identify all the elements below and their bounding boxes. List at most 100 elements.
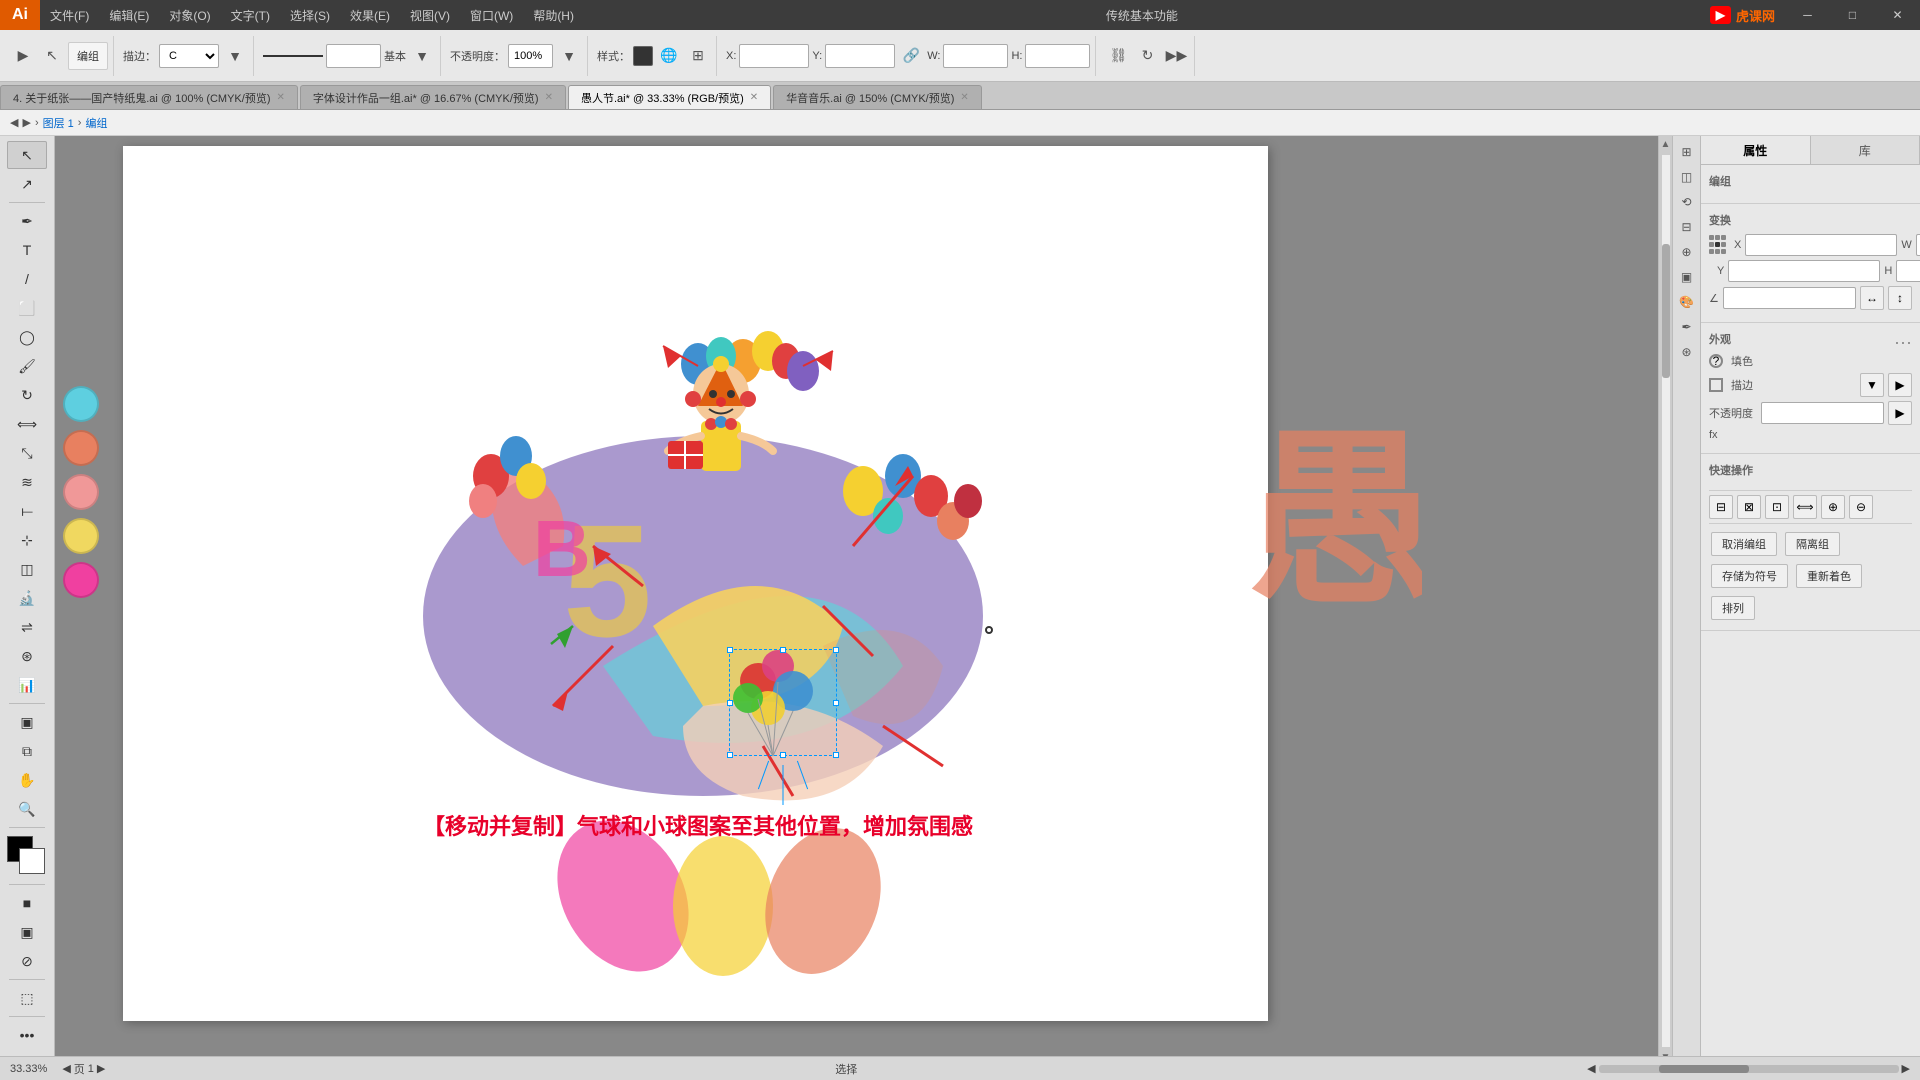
tool-chart[interactable]: 📊 — [7, 671, 47, 699]
menu-view[interactable]: 视图(V) — [400, 0, 460, 30]
menu-object[interactable]: 对象(O) — [159, 0, 220, 30]
properties-tab[interactable]: 属性 — [1701, 136, 1811, 164]
maximize-button[interactable]: □ — [1830, 0, 1875, 30]
tool-none[interactable]: ⊘ — [7, 947, 47, 975]
tool-scale[interactable]: ⤡ — [7, 439, 47, 467]
swatch-magenta[interactable] — [63, 562, 99, 598]
align-right-icon[interactable]: ⊡ — [1765, 495, 1789, 519]
tool-line[interactable]: / — [7, 265, 47, 293]
color-selector[interactable] — [7, 836, 47, 876]
tab-close-3[interactable]: ✕ — [960, 92, 968, 103]
swatch-pink[interactable] — [63, 474, 99, 510]
minimize-button[interactable]: ─ — [1785, 0, 1830, 30]
toolbar-select-icon[interactable]: ↖ — [39, 43, 65, 69]
menu-help[interactable]: 帮助(H) — [523, 0, 584, 30]
next-page-icon[interactable]: ▶ — [97, 1062, 105, 1075]
ri-color-icon[interactable]: 🎨 — [1676, 291, 1698, 313]
breadcrumb-group[interactable]: 编组 — [85, 115, 107, 131]
tool-select[interactable]: ↖ — [7, 141, 47, 169]
pathfinder-icon3[interactable]: ⊖ — [1849, 495, 1873, 519]
library-tab[interactable]: 库 — [1811, 136, 1920, 164]
stroke-selector[interactable]: C — [159, 44, 219, 68]
arrange-button[interactable]: 排列 — [1711, 596, 1755, 620]
rt-angle-input[interactable]: 90.54 — [1723, 287, 1856, 309]
tool-more[interactable]: ••• — [7, 1021, 47, 1049]
tab-close-0[interactable]: ✕ — [276, 92, 284, 103]
appearance-expand-icon[interactable]: ··· — [1894, 332, 1912, 353]
tab-2[interactable]: 愚人节.ai* @ 33.33% (RGB/预览) ✕ — [568, 85, 771, 109]
tool-gradient[interactable]: ◫ — [7, 555, 47, 583]
distribute-icon[interactable]: ⟺ — [1793, 495, 1817, 519]
h-scroll-right-status[interactable]: ▶ — [1902, 1062, 1910, 1075]
rt-flip-v-icon[interactable]: ↕ — [1888, 286, 1912, 310]
swatch-yellow[interactable] — [63, 518, 99, 554]
ri-properties-icon[interactable]: ⊞ — [1676, 141, 1698, 163]
v-scrollbar[interactable]: ▲ ▼ — [1658, 136, 1672, 1066]
tool-pen[interactable]: ✒ — [7, 207, 47, 235]
stroke-type-dropdown-icon[interactable]: ▼ — [409, 43, 435, 69]
constrain-icon[interactable]: ⛓ — [1105, 43, 1131, 69]
v-scroll-up[interactable]: ▲ — [1658, 136, 1672, 153]
close-button[interactable]: ✕ — [1875, 0, 1920, 30]
tool-direct-select[interactable]: ↗ — [7, 170, 47, 198]
swatch-peach[interactable] — [63, 430, 99, 466]
toolbar-arrow-icon[interactable]: ▶ — [10, 43, 36, 69]
tool-zoom[interactable]: 🔍 — [7, 795, 47, 823]
stroke-weight-input[interactable] — [326, 44, 381, 68]
recolor-button[interactable]: 重新着色 — [1796, 564, 1862, 588]
globe-icon[interactable]: 🌐 — [656, 43, 682, 69]
menu-edit[interactable]: 编辑(E) — [99, 0, 159, 30]
tool-ellipse[interactable]: ◯ — [7, 323, 47, 351]
tool-hand[interactable]: ✋ — [7, 766, 47, 794]
tool-slice[interactable]: ⧉ — [7, 737, 47, 765]
tool-blend[interactable]: ⇌ — [7, 613, 47, 641]
stroke-color[interactable] — [19, 848, 45, 874]
menu-effect[interactable]: 效果(E) — [340, 0, 400, 30]
tab-3[interactable]: 华音音乐.ai @ 150% (CMYK/预览) ✕ — [773, 85, 982, 109]
tool-symbol[interactable]: ⊛ — [7, 642, 47, 670]
appearance-help-icon[interactable]: ? — [1709, 354, 1723, 368]
rt-flip-h-icon[interactable]: ↔ — [1860, 286, 1884, 310]
save-symbol-button[interactable]: 存储为符号 — [1711, 564, 1788, 588]
tab-1[interactable]: 字体设计作品一组.ai* @ 16.67% (CMYK/预览) ✕ — [300, 85, 566, 109]
tool-fill[interactable]: ■ — [7, 889, 47, 917]
swatch-cyan[interactable] — [63, 386, 99, 422]
rt-x-input[interactable]: 1999.42 — [1745, 234, 1897, 256]
x-input[interactable]: 1999.42 — [739, 44, 809, 68]
rt-y-input[interactable]: 2570.815 — [1728, 260, 1880, 282]
menu-text[interactable]: 文字(T) — [221, 0, 280, 30]
tool-warp[interactable]: ≋ — [7, 468, 47, 496]
ri-symbols-icon[interactable]: ⊛ — [1676, 341, 1698, 363]
stroke-options-icon[interactable]: ▼ — [222, 43, 248, 69]
tool-artboard[interactable]: ▣ — [7, 708, 47, 736]
menu-window[interactable]: 窗口(W) — [460, 0, 523, 30]
tool-mirror[interactable]: ⟺ — [7, 410, 47, 438]
align-center-icon[interactable]: ⊠ — [1737, 495, 1761, 519]
rt-w-input[interactable]: 177.748 — [1916, 234, 1920, 256]
align-left-icon[interactable]: ⊟ — [1709, 495, 1733, 519]
ri-layers-icon[interactable]: ◫ — [1676, 166, 1698, 188]
tool-gradient2[interactable]: ▣ — [7, 918, 47, 946]
grid-icon[interactable]: ⊞ — [685, 43, 711, 69]
ri-brush-icon[interactable]: ✒ — [1676, 316, 1698, 338]
prev-page-icon[interactable]: ◀ — [62, 1062, 70, 1075]
menu-file[interactable]: 文件(F) — [40, 0, 99, 30]
ri-align-icon[interactable]: ⊟ — [1676, 216, 1698, 238]
tool-freemesh[interactable]: ⊹ — [7, 526, 47, 554]
tool-screen-mode[interactable]: ⬚ — [7, 984, 47, 1012]
h-scroll-left-status[interactable]: ◀ — [1587, 1062, 1595, 1075]
opacity-input[interactable] — [508, 44, 553, 68]
nav-back-icon[interactable]: ◀ — [10, 116, 18, 129]
ri-pathfinder-icon[interactable]: ⊕ — [1676, 241, 1698, 263]
menu-select[interactable]: 选择(S) — [280, 0, 340, 30]
stroke-dropdown-icon[interactable]: ▼ — [1860, 373, 1884, 397]
h-input[interactable]: 126.797 — [1025, 44, 1090, 68]
canvas-white[interactable]: 5 B — [123, 146, 1268, 1021]
link-icon[interactable]: 🔗 — [898, 43, 924, 69]
tool-rect[interactable]: ⬜ — [7, 294, 47, 322]
isolate-button[interactable]: 隔离组 — [1785, 532, 1840, 556]
tab-close-1[interactable]: ✕ — [545, 92, 553, 103]
y-input[interactable]: 2570.815 — [825, 44, 895, 68]
tool-rotate[interactable]: ↻ — [7, 381, 47, 409]
w-input[interactable]: 177.748 — [943, 44, 1008, 68]
